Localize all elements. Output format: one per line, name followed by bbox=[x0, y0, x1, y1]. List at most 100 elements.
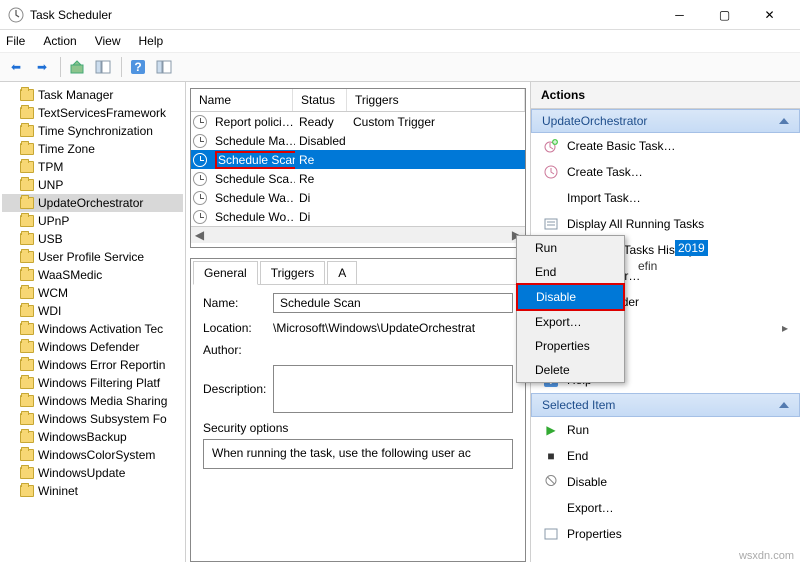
menu-view[interactable]: View bbox=[95, 34, 121, 48]
maximize-button[interactable]: ▢ bbox=[702, 0, 747, 30]
library-tree[interactable]: Task ManagerTextServicesFrameworkTime Sy… bbox=[0, 82, 186, 562]
tab-triggers[interactable]: Triggers bbox=[260, 261, 326, 284]
action-label: Disable bbox=[567, 475, 607, 489]
action-label: Create Task… bbox=[567, 165, 643, 179]
horizontal-scrollbar[interactable]: ◀ ▶ bbox=[191, 226, 525, 243]
action-item[interactable]: Create Basic Task… bbox=[531, 133, 800, 159]
name-label: Name: bbox=[203, 296, 273, 310]
tree-item[interactable]: Windows Activation Tec bbox=[2, 320, 183, 338]
description-field[interactable] bbox=[273, 365, 513, 413]
tree-item[interactable]: TextServicesFramework bbox=[2, 104, 183, 122]
tree-item[interactable]: TPM bbox=[2, 158, 183, 176]
task-status: Di bbox=[295, 210, 349, 224]
task-row[interactable]: Schedule Ma…Disabled bbox=[191, 131, 525, 150]
task-details: General Triggers A Name:Schedule Scan Lo… bbox=[190, 258, 526, 562]
tree-item-label: TPM bbox=[38, 160, 63, 174]
forward-button[interactable]: ➡ bbox=[30, 55, 54, 79]
tree-item[interactable]: UpdateOrchestrator bbox=[2, 194, 183, 212]
action-label: Export… bbox=[567, 501, 614, 515]
menu-file[interactable]: File bbox=[6, 34, 25, 48]
menu-action[interactable]: Action bbox=[43, 34, 76, 48]
separator bbox=[121, 57, 122, 77]
tree-item[interactable]: Windows Media Sharing bbox=[2, 392, 183, 410]
folder-icon bbox=[20, 107, 34, 119]
tree-item[interactable]: Time Zone bbox=[2, 140, 183, 158]
task-row[interactable]: Report polici…ReadyCustom Trigger bbox=[191, 112, 525, 131]
action-label: Run bbox=[567, 423, 589, 437]
security-options-box: When running the task, use the following… bbox=[203, 439, 513, 469]
action-item[interactable]: ■End bbox=[531, 443, 800, 469]
tree-item[interactable]: Windows Subsystem Fo bbox=[2, 410, 183, 428]
col-status[interactable]: Status bbox=[293, 89, 347, 111]
folder-icon bbox=[20, 251, 34, 263]
action-label: Create Basic Task… bbox=[567, 139, 676, 153]
menu-bar: File Action View Help bbox=[0, 30, 800, 52]
tree-item[interactable]: WindowsColorSystem bbox=[2, 446, 183, 464]
tree-item[interactable]: User Profile Service bbox=[2, 248, 183, 266]
task-row[interactable]: Schedule Sca…Re bbox=[191, 169, 525, 188]
action-icon bbox=[543, 164, 559, 180]
tree-item[interactable]: WCM bbox=[2, 284, 183, 302]
name-field[interactable]: Schedule Scan bbox=[273, 293, 513, 313]
action-item[interactable]: Import Task… bbox=[531, 185, 800, 211]
tree-item[interactable]: Task Manager bbox=[2, 86, 183, 104]
properties-button[interactable] bbox=[152, 55, 176, 79]
action-item[interactable]: Display All Running Tasks bbox=[531, 211, 800, 237]
collapse-icon[interactable] bbox=[779, 402, 789, 408]
collapse-icon[interactable] bbox=[779, 118, 789, 124]
context-menu-item[interactable]: Disable bbox=[518, 285, 623, 309]
tree-item[interactable]: USB bbox=[2, 230, 183, 248]
context-menu-item[interactable]: End bbox=[517, 260, 624, 284]
tab-more[interactable]: A bbox=[327, 261, 357, 284]
tree-item[interactable]: WindowsUpdate bbox=[2, 464, 183, 482]
col-triggers[interactable]: Triggers bbox=[347, 89, 525, 111]
action-item[interactable]: ▶Run bbox=[531, 417, 800, 443]
tree-item[interactable]: UPnP bbox=[2, 212, 183, 230]
context-menu-item[interactable]: Export… bbox=[517, 310, 624, 334]
context-menu-item[interactable]: Properties bbox=[517, 334, 624, 358]
tree-item[interactable]: UNP bbox=[2, 176, 183, 194]
tab-general[interactable]: General bbox=[193, 261, 258, 285]
folder-icon bbox=[20, 413, 34, 425]
menu-help[interactable]: Help bbox=[139, 34, 164, 48]
folder-icon bbox=[20, 269, 34, 281]
minimize-button[interactable]: ─ bbox=[657, 0, 702, 30]
trigger-fragment: efin bbox=[638, 259, 657, 273]
folder-icon bbox=[20, 125, 34, 137]
tree-item[interactable]: WDI bbox=[2, 302, 183, 320]
tree-item[interactable]: WindowsBackup bbox=[2, 428, 183, 446]
tree-item[interactable]: Time Synchronization bbox=[2, 122, 183, 140]
folder-icon bbox=[20, 89, 34, 101]
help-button[interactable]: ? bbox=[126, 55, 150, 79]
action-item[interactable]: Properties bbox=[531, 521, 800, 547]
tree-item[interactable]: Windows Defender bbox=[2, 338, 183, 356]
context-menu-item[interactable]: Run bbox=[517, 236, 624, 260]
context-menu-item[interactable]: Delete bbox=[517, 358, 624, 382]
task-row[interactable]: Schedule Wa…Di bbox=[191, 188, 525, 207]
task-row[interactable]: Schedule ScanRe bbox=[191, 150, 525, 169]
up-button[interactable] bbox=[65, 55, 89, 79]
action-item[interactable]: 🛇Disable bbox=[531, 469, 800, 495]
folder-icon bbox=[20, 287, 34, 299]
task-status: Di bbox=[295, 191, 349, 205]
action-icon bbox=[543, 138, 559, 154]
tree-item-label: Wininet bbox=[38, 484, 78, 498]
actions-group-folder[interactable]: UpdateOrchestrator bbox=[531, 109, 800, 133]
tree-item[interactable]: WaaSMedic bbox=[2, 266, 183, 284]
task-row[interactable]: Schedule Wo…Di bbox=[191, 207, 525, 226]
col-name[interactable]: Name bbox=[191, 89, 293, 111]
tree-item[interactable]: Wininet bbox=[2, 482, 183, 500]
show-hide-tree-button[interactable] bbox=[91, 55, 115, 79]
action-item[interactable]: Export… bbox=[531, 495, 800, 521]
actions-group-selected[interactable]: Selected Item bbox=[531, 393, 800, 417]
action-icon bbox=[543, 190, 559, 206]
back-button[interactable]: ⬅ bbox=[4, 55, 28, 79]
separator bbox=[60, 57, 61, 77]
scroll-left-icon[interactable]: ◀ bbox=[191, 228, 208, 242]
tree-item[interactable]: Windows Error Reportin bbox=[2, 356, 183, 374]
detail-tabs: General Triggers A bbox=[193, 261, 523, 285]
task-list[interactable]: Name Status Triggers Report polici…Ready… bbox=[190, 88, 526, 248]
action-item[interactable]: Create Task… bbox=[531, 159, 800, 185]
tree-item[interactable]: Windows Filtering Platf bbox=[2, 374, 183, 392]
close-button[interactable]: ✕ bbox=[747, 0, 792, 30]
